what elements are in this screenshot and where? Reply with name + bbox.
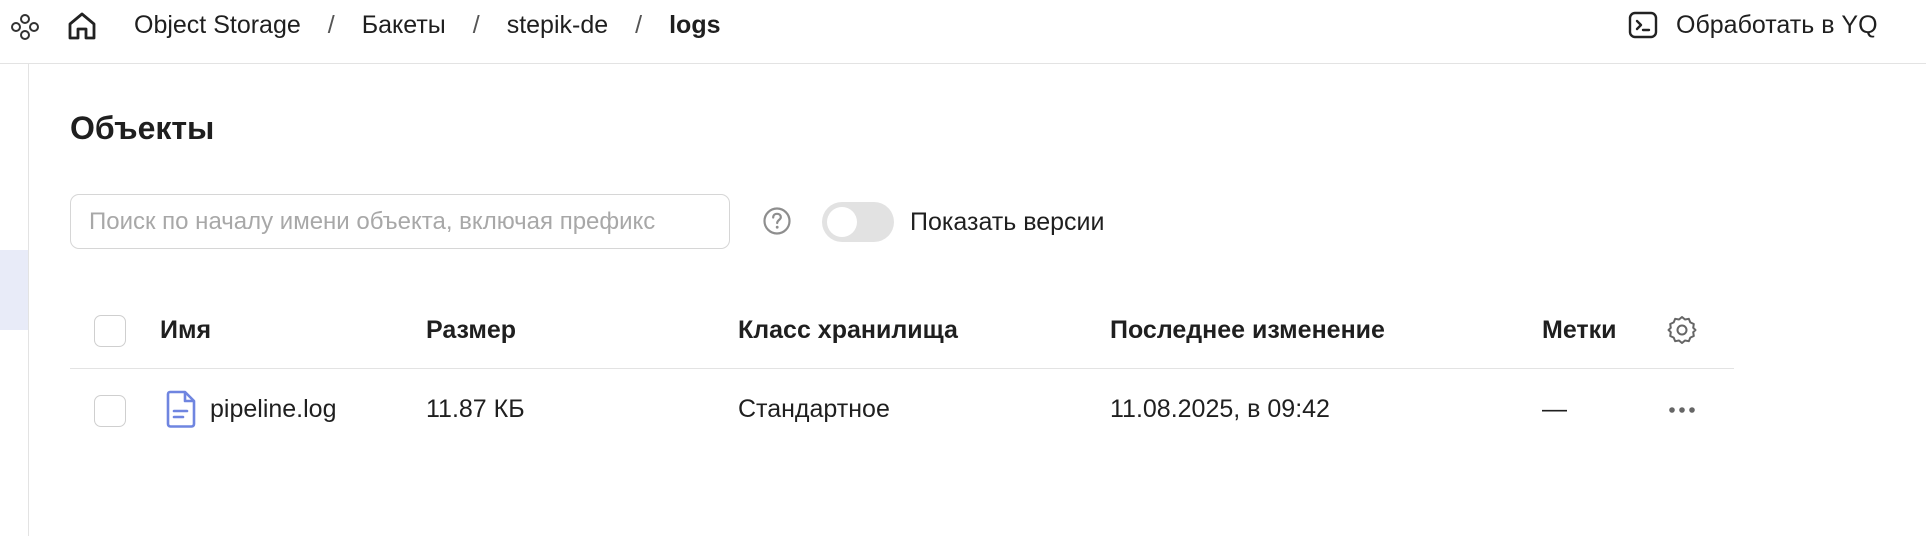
breadcrumb-current-folder: logs <box>669 10 721 39</box>
column-header-name[interactable]: Имя <box>160 316 211 345</box>
objects-table: Имя Размер Класс хранилища Последнее изм… <box>70 300 1734 453</box>
more-actions-icon[interactable] <box>1664 395 1700 425</box>
breadcrumb-buckets[interactable]: Бакеты <box>362 11 446 40</box>
column-header-modified[interactable]: Последнее изменение <box>1110 316 1385 345</box>
row-checkbox[interactable] <box>94 395 126 427</box>
column-header-size[interactable]: Размер <box>426 316 516 345</box>
table-header: Имя Размер Класс хранилища Последнее изм… <box>70 300 1734 369</box>
breadcrumb-separator: / <box>635 10 643 39</box>
object-name-link[interactable]: pipeline.log <box>210 395 337 424</box>
table-row[interactable]: pipeline.log 11.87 КБ Стандартное 11.08.… <box>70 369 1734 453</box>
breadcrumb-separator: / <box>327 10 335 39</box>
breadcrumb-object-storage[interactable]: Object Storage <box>134 11 301 40</box>
page-title: Объекты <box>70 110 215 146</box>
column-header-tags[interactable]: Метки <box>1542 316 1617 345</box>
terminal-icon <box>1628 11 1658 39</box>
service-nodes-icon[interactable] <box>8 10 42 44</box>
object-tags: — <box>1542 395 1567 423</box>
gear-icon[interactable] <box>1666 314 1698 346</box>
breadcrumb-bucket[interactable]: stepik-de <box>507 11 608 40</box>
object-search-input[interactable] <box>70 194 730 249</box>
column-header-storage-class[interactable]: Класс хранилища <box>738 316 958 345</box>
toggle-knob <box>827 207 857 237</box>
object-storage-class: Стандартное <box>738 395 890 423</box>
left-rail-active-item[interactable] <box>0 250 28 330</box>
home-icon[interactable] <box>64 8 100 44</box>
question-circle-icon[interactable] <box>762 206 792 236</box>
breadcrumb: Object Storage / Бакеты / stepik-de / lo… <box>134 8 721 42</box>
show-versions-label: Показать версии <box>910 208 1105 236</box>
show-versions-toggle[interactable] <box>822 202 894 242</box>
object-modified: 11.08.2025, в 09:42 <box>1110 395 1330 423</box>
process-in-yq-label: Обработать в YQ <box>1676 10 1878 39</box>
top-bar: Object Storage / Бакеты / stepik-de / lo… <box>0 0 1926 64</box>
process-in-yq-button[interactable]: Обработать в YQ <box>1628 8 1878 42</box>
file-icon <box>166 390 196 428</box>
select-all-checkbox[interactable] <box>94 315 126 347</box>
object-size: 11.87 КБ <box>426 395 525 423</box>
breadcrumb-separator: / <box>472 10 480 39</box>
